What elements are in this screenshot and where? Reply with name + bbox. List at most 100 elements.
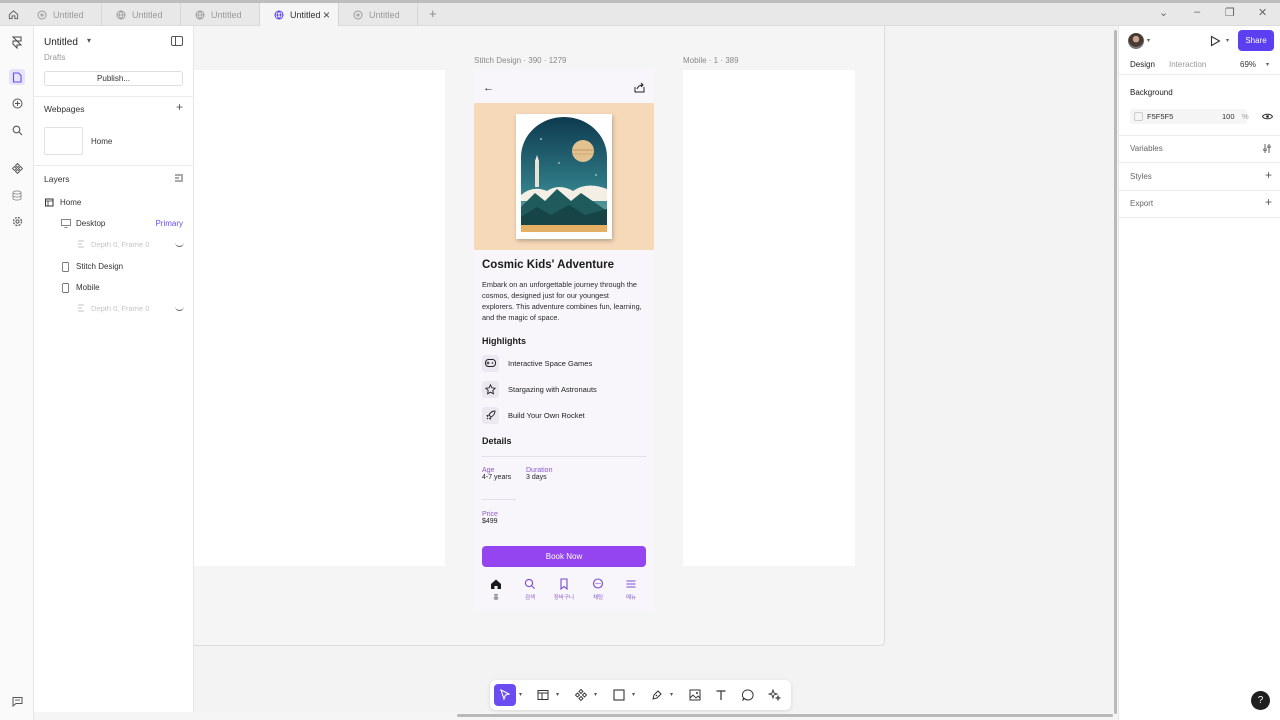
hidden-eye-icon[interactable] (175, 306, 184, 311)
layout-icon[interactable] (536, 688, 550, 702)
close-icon[interactable]: × (323, 8, 330, 22)
tab-1[interactable]: Untitled (23, 3, 102, 26)
search-icon (524, 578, 535, 589)
add-style-plus-icon[interactable]: + (1265, 168, 1272, 182)
nav-search[interactable]: 검색 (516, 578, 544, 601)
background-hex[interactable]: F5F5F5 (1147, 112, 1173, 121)
chevron-down-icon[interactable]: ⌄ (1159, 6, 1168, 19)
feedback-chat-icon[interactable] (9, 693, 25, 709)
text-tool-icon[interactable] (714, 688, 728, 702)
avatar[interactable] (1128, 33, 1144, 49)
nav-chat[interactable]: 채팅 (584, 578, 612, 601)
tab-2[interactable]: Untitled (102, 3, 181, 26)
chevron-down-icon[interactable]: ▾ (519, 691, 522, 698)
back-arrow-icon[interactable]: ← (483, 82, 494, 94)
framer-logo-icon[interactable] (9, 34, 25, 50)
add-export-plus-icon[interactable]: + (1265, 195, 1272, 209)
tab-interaction[interactable]: Interaction (1169, 60, 1206, 69)
divider (1119, 217, 1280, 218)
hidden-eye-icon[interactable] (175, 242, 184, 247)
chevron-down-icon[interactable]: ▾ (87, 36, 91, 45)
styles-heading: Styles (1130, 172, 1152, 181)
chevron-down-icon[interactable]: ▾ (594, 691, 597, 698)
chevron-down-icon[interactable]: ▾ (1147, 37, 1150, 44)
chevron-down-icon[interactable]: ▾ (1226, 37, 1229, 44)
background-color-field[interactable]: F5F5F5 100 % (1130, 109, 1249, 124)
component-tool-icon[interactable] (574, 688, 588, 702)
layer-stitch-design[interactable]: Stitch Design (34, 257, 194, 275)
variables-adjust-icon[interactable] (1263, 144, 1272, 155)
page-thumbnail[interactable] (44, 127, 83, 155)
ai-sparkle-icon[interactable] (767, 688, 781, 702)
background-heading: Background (1130, 88, 1173, 97)
duration-value: 3 days (526, 474, 547, 481)
horizontal-scrollbar[interactable] (457, 714, 1113, 717)
nav-menu[interactable]: 메뉴 (617, 578, 645, 601)
nav-home[interactable]: 홈 (482, 578, 510, 601)
project-title[interactable]: Untitled (44, 37, 78, 48)
divider (1119, 162, 1280, 163)
chevron-down-icon[interactable]: ▾ (1266, 61, 1269, 68)
chevron-down-icon[interactable]: ▾ (556, 691, 559, 698)
tab-5[interactable]: Untitled (339, 3, 418, 26)
stitch-design-frame[interactable]: ← Cosmic Kids' Adventure Embark on an un… (474, 70, 654, 610)
bottom-toolbar: ▾ ▾ ▾ ▾ ▾ (490, 680, 791, 710)
background-opacity[interactable]: 100 (1222, 112, 1235, 121)
select-cursor-icon[interactable] (494, 684, 516, 706)
layer-desktop[interactable]: Desktop Primary (34, 214, 194, 232)
space-illustration (521, 117, 607, 232)
components-icon[interactable] (9, 160, 25, 176)
stitch-frame-label[interactable]: Stitch Design · 390 · 1279 (474, 56, 567, 65)
canvas[interactable]: Stitch Design · 390 · 1279 Mobile · 1 · … (194, 26, 1114, 712)
color-swatch[interactable] (1134, 112, 1143, 121)
restore-icon[interactable]: ❐ (1225, 6, 1235, 19)
book-now-button[interactable]: Book Now (482, 546, 646, 567)
nav-cart[interactable]: 장바구니 (550, 578, 578, 601)
tab-4-active[interactable]: Untitled × (260, 3, 339, 26)
preview-play-icon[interactable] (1209, 35, 1221, 47)
cms-database-icon[interactable] (9, 187, 25, 203)
divider (1119, 190, 1280, 191)
share-button[interactable]: Share (1238, 30, 1274, 51)
mobile-frame-icon (62, 261, 71, 272)
component-icon (37, 10, 47, 20)
rectangle-icon[interactable] (612, 688, 626, 702)
new-tab-plus-icon[interactable]: + (429, 6, 437, 21)
desktop-frame[interactable] (194, 70, 445, 566)
toggle-sidebar-icon[interactable] (171, 36, 183, 46)
chevron-down-icon[interactable]: ▾ (670, 691, 673, 698)
settings-gear-icon[interactable] (9, 213, 25, 229)
eye-icon[interactable] (1261, 112, 1274, 121)
pages-icon[interactable] (9, 69, 25, 85)
comment-icon[interactable] (741, 688, 755, 702)
layer-mobile-stack[interactable]: Depth 0, Frame 0 (34, 299, 194, 317)
layer-label: Desktop (76, 218, 106, 228)
layer-mobile[interactable]: Mobile (34, 278, 194, 296)
layer-filter-icon[interactable] (175, 174, 184, 184)
chevron-down-icon[interactable]: ▾ (632, 691, 635, 698)
highlight-label: Build Your Own Rocket (508, 410, 585, 420)
minimize-icon[interactable]: – (1194, 6, 1200, 18)
star-icon (482, 380, 499, 398)
tab-design[interactable]: Design (1130, 60, 1155, 69)
details-heading: Details (482, 436, 512, 446)
help-button[interactable]: ? (1251, 691, 1270, 710)
layer-home[interactable]: Home (34, 193, 194, 211)
tab-3[interactable]: Untitled (181, 3, 260, 26)
mobile-frame-label[interactable]: Mobile · 1 · 389 (683, 56, 739, 65)
image-icon[interactable] (688, 688, 702, 702)
add-page-plus-icon[interactable]: + (176, 100, 183, 114)
nav-label: 채팅 (592, 595, 604, 601)
publish-button[interactable]: Publish... (44, 71, 183, 86)
window-close-icon[interactable]: ✕ (1258, 6, 1267, 19)
insert-plus-icon[interactable] (9, 95, 25, 111)
zoom-level[interactable]: 69% (1240, 60, 1256, 69)
home-icon[interactable] (5, 6, 21, 22)
page-name[interactable]: Home (91, 137, 112, 146)
mobile-frame[interactable] (683, 70, 855, 566)
vertical-scrollbar[interactable] (1114, 30, 1117, 714)
layer-desktop-stack[interactable]: Depth 0, Frame 0 (34, 235, 194, 253)
pen-icon[interactable] (650, 688, 664, 702)
share-icon[interactable] (634, 82, 646, 94)
search-icon[interactable] (9, 122, 25, 138)
